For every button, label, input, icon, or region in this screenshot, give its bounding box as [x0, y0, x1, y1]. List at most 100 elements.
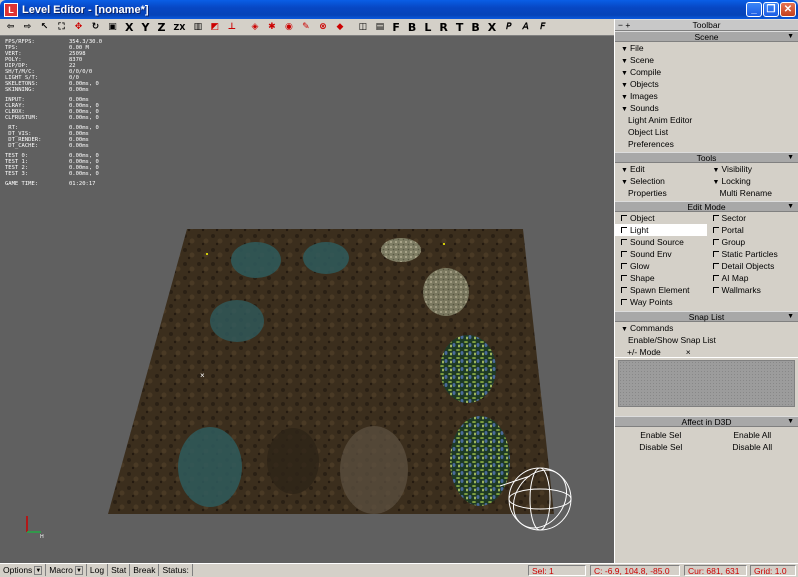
edit-mode-detail-objects[interactable]: Detail Objects	[707, 260, 798, 272]
tools-visibility[interactable]: ▼Visibility	[707, 163, 798, 175]
triangle-down-icon: ▼	[621, 82, 628, 89]
view-reset-button[interactable]: X	[484, 20, 500, 35]
redo-icon[interactable]: ⇨	[19, 20, 36, 35]
view-back-button[interactable]: B	[404, 20, 420, 35]
close-button[interactable]: ✕	[780, 2, 796, 17]
edit-mode-portal[interactable]: Portal	[707, 224, 798, 236]
new-icon[interactable]: ◫	[354, 20, 371, 35]
stat-label: GAME TIME:	[5, 181, 69, 187]
options-menu[interactable]: Options▼	[0, 564, 46, 576]
free-camera-icon[interactable]: 𝘍	[534, 20, 551, 35]
3d-viewport[interactable]: × H FPS/RFPS:354.3/30.0TPS:0.00 MVERT:25…	[0, 36, 614, 563]
scene-section-header[interactable]: Scene▼	[615, 31, 798, 42]
snap-grid-icon[interactable]: ▥	[189, 20, 206, 35]
tools-edit[interactable]: ▼Edit	[615, 163, 707, 175]
axis-zx-button[interactable]: ZX	[169, 20, 189, 35]
preferences-link[interactable]: Preferences	[615, 138, 798, 150]
view-right-button[interactable]: R	[435, 20, 451, 35]
multi-rename-link[interactable]: Multi Rename	[707, 187, 798, 199]
edit-mode-object[interactable]: Object	[615, 212, 707, 224]
break-button[interactable]: Break	[130, 564, 159, 576]
light-anim-editor-link[interactable]: Light Anim Editor	[615, 114, 798, 126]
rotate-icon[interactable]: ↻	[87, 20, 104, 35]
edit-mode-ai-map[interactable]: AI Map	[707, 272, 798, 284]
edit-mode-sound-env[interactable]: Sound Env	[615, 248, 707, 260]
tools-selection[interactable]: ▼Selection	[615, 175, 707, 187]
stat-label: DT_CACHE:	[5, 143, 69, 149]
edit-mode-light[interactable]: Light	[615, 224, 707, 236]
stat-button[interactable]: Stat	[108, 564, 130, 576]
snap-object-icon[interactable]: ◩	[206, 20, 223, 35]
edit-mode-sector[interactable]: Sector	[707, 212, 798, 224]
zoom-extents-icon[interactable]: ◈	[246, 20, 263, 35]
properties-icon[interactable]: ◆	[331, 20, 348, 35]
edit-mode-wallmarks[interactable]: Wallmarks	[707, 284, 798, 296]
edit-mode-spawn-element[interactable]: Spawn Element	[615, 284, 707, 296]
chevron-down-icon[interactable]: ▼	[787, 32, 794, 42]
pin-icon[interactable]: − +	[618, 20, 630, 30]
edit-mode-way-points[interactable]: Way Points	[615, 296, 707, 308]
scene-item-scene[interactable]: ▼Scene	[615, 54, 798, 66]
snap-list-box[interactable]	[618, 360, 795, 407]
object-list-link[interactable]: Object List	[615, 126, 798, 138]
dropdown-arrow-icon[interactable]: ▼	[34, 566, 42, 575]
tools-locking[interactable]: ▼Locking	[707, 175, 798, 187]
paste-icon[interactable]: ⊗	[314, 20, 331, 35]
tools-section-header[interactable]: Tools▼	[615, 152, 798, 163]
properties-link[interactable]: Properties	[615, 187, 707, 199]
view-bottom-button[interactable]: B	[467, 20, 483, 35]
disable-sel-button[interactable]: Disable Sel	[615, 441, 707, 453]
view-left-button[interactable]: L	[420, 20, 435, 35]
snap-commands[interactable]: ▼Commands	[615, 322, 798, 334]
macro-menu[interactable]: Macro▼	[46, 564, 87, 576]
stat-row: SKINNING:0.00ms	[5, 87, 102, 93]
snap-vertex-icon[interactable]: ⊥	[223, 20, 240, 35]
maximize-button[interactable]: ❐	[763, 2, 779, 17]
snap-clear-icon[interactable]: ×	[686, 347, 691, 357]
affect-section-header[interactable]: Affect in D3D▼	[615, 416, 798, 427]
dropdown-arrow-icon[interactable]: ▼	[75, 566, 83, 575]
edit-mode-group[interactable]: Group	[707, 236, 798, 248]
edit-mode-static-particles[interactable]: Static Particles	[707, 248, 798, 260]
edit-mode-glow[interactable]: Glow	[615, 260, 707, 272]
enable-sel-button[interactable]: Enable Sel	[615, 429, 707, 441]
copy-icon[interactable]: ✎	[297, 20, 314, 35]
scene-item-sounds[interactable]: ▼Sounds	[615, 102, 798, 114]
open-icon[interactable]: ▤	[371, 20, 388, 35]
scale-icon[interactable]: ▣	[104, 20, 121, 35]
delete-icon[interactable]: ◉	[280, 20, 297, 35]
camera-icon[interactable]: ⛶	[53, 20, 70, 35]
move-icon[interactable]: ✥	[70, 20, 87, 35]
edit-mode-section-header[interactable]: Edit Mode▼	[615, 201, 798, 212]
chevron-down-icon[interactable]: ▼	[787, 417, 794, 427]
chevron-down-icon[interactable]: ▼	[787, 202, 794, 212]
select-arrow-icon[interactable]: ↖	[36, 20, 53, 35]
view-top-button[interactable]: T	[452, 20, 468, 35]
scene-item-objects[interactable]: ▼Objects	[615, 78, 798, 90]
snap-mode-tab[interactable]: +/- Mode	[627, 347, 661, 357]
water-patch	[231, 242, 281, 278]
render-icon[interactable]: ✱	[263, 20, 280, 35]
enable-snap-list-link[interactable]: Enable/Show Snap List	[615, 334, 798, 346]
scene-item-compile[interactable]: ▼Compile	[615, 66, 798, 78]
perspective-icon[interactable]: 𝘗	[500, 20, 517, 35]
snap-list-section-header[interactable]: Snap List▼	[615, 311, 798, 322]
log-button[interactable]: Log	[87, 564, 108, 576]
minimize-button[interactable]: _	[746, 2, 762, 17]
disable-all-button[interactable]: Disable All	[707, 441, 798, 453]
edit-mode-shape[interactable]: Shape	[615, 272, 707, 284]
enable-all-button[interactable]: Enable All	[707, 429, 798, 441]
chevron-down-icon[interactable]: ▼	[787, 153, 794, 163]
stat-row: TEST 3:0.00ms, 0	[5, 171, 102, 177]
axis-z-button[interactable]: Z	[153, 20, 169, 35]
axis-y-button[interactable]: Y	[137, 20, 153, 35]
scene-item-images[interactable]: ▼Images	[615, 90, 798, 102]
triangle-down-icon: ▼	[621, 46, 628, 53]
undo-icon[interactable]: ⇦	[2, 20, 19, 35]
edit-mode-sound-source[interactable]: Sound Source	[615, 236, 707, 248]
chevron-down-icon[interactable]: ▼	[787, 312, 794, 322]
view-front-button[interactable]: F	[388, 20, 404, 35]
axis-x-button[interactable]: X	[121, 20, 137, 35]
scene-item-file[interactable]: ▼File	[615, 42, 798, 54]
orthographic-icon[interactable]: 𝘈	[517, 20, 534, 35]
